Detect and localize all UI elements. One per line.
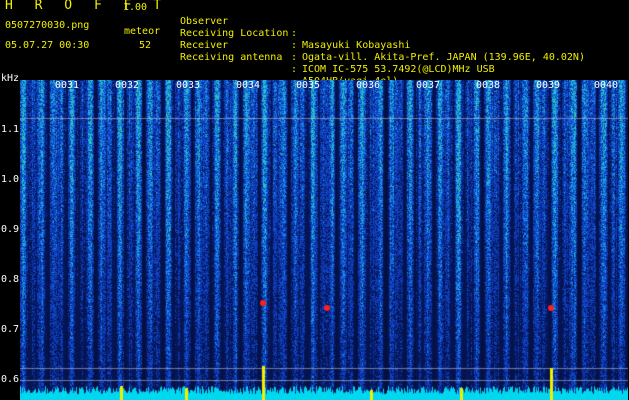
info-separator: : [291,52,298,63]
y-tick-1.1: 1.1 [1,124,20,135]
station-info: Observer : Masayuki Kobayashi Receiving … [180,4,585,87]
info-value: Ogata-vill. Akita-Pref. JAPAN (139.96E, … [302,52,585,63]
x-tick-0036: 0036 [356,80,381,91]
image-filename: 0507270030.png [5,20,90,31]
info-location: Receiving Location : Ogata-vill. Akita-P… [180,16,585,63]
meteor-label: meteor [124,26,161,37]
y-tick-0.9: 0.9 [1,224,20,235]
y-tick-0.7: 0.7 [1,324,20,335]
x-tick-0035: 0035 [296,80,321,91]
x-tick-0038: 0038 [476,80,501,91]
info-key: Receiving antenna [180,52,283,63]
y-axis-unit: kHz [1,73,20,84]
info-separator: : [291,64,298,75]
y-tick-1.0: 1.0 [1,174,20,185]
x-tick-0039: 0039 [536,80,561,91]
x-tick-0034: 0034 [236,80,261,91]
info-antenna: Receiving antenna : A504HB(yagi 4el) [180,40,398,87]
x-tick-0033: 0033 [176,80,201,91]
info-value: Masayuki Kobayashi [302,40,411,51]
x-tick-0032: 0032 [115,80,140,91]
x-tick-0037: 0037 [416,80,441,91]
info-receiver: Receiver : ICOM IC-575 53.7492(@LCD)MHz … [180,28,495,75]
observation-timestamp: 05.07.27 00:30 [5,40,90,51]
y-tick-0.6: 0.6 [1,374,20,385]
meteor-count: 52 [139,40,152,51]
app-version: 1.00 [123,2,148,13]
x-tick-0031: 0031 [55,80,80,91]
info-value: ICOM IC-575 53.7492(@LCD)MHz USB [302,64,495,75]
y-tick-0.8: 0.8 [1,274,20,285]
info-separator: : [291,28,298,39]
x-tick-0040: 0040 [594,80,619,91]
info-observer: Observer : Masayuki Kobayashi [180,4,410,51]
spectrogram-canvas [20,80,628,400]
spectrogram [20,80,628,400]
hroft-window: H R O F F T 1.00 0507270030.png meteor 0… [0,0,629,400]
info-separator: : [291,40,298,51]
